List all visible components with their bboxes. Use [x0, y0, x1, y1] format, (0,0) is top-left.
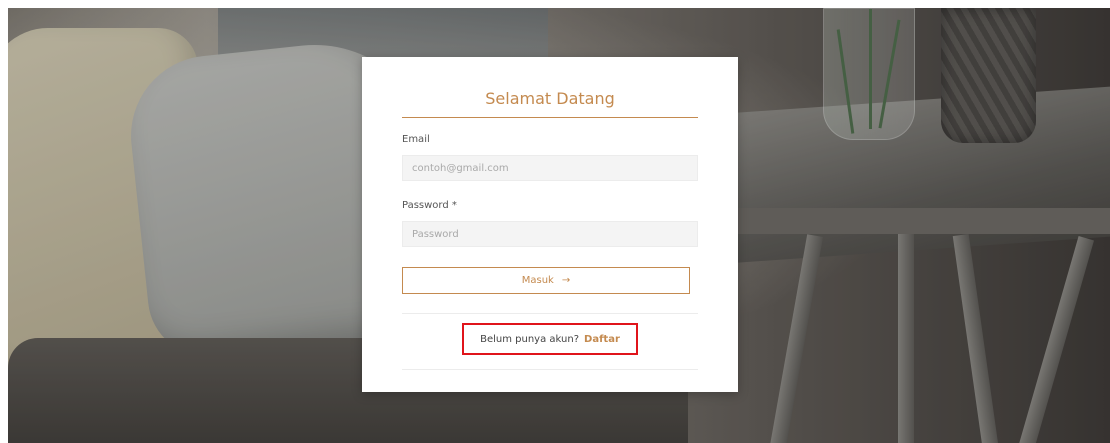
page-viewport: Selamat Datang Email Password * Masuk → …	[8, 8, 1110, 443]
register-link[interactable]: Daftar	[584, 334, 620, 345]
arrow-right-icon: →	[561, 275, 571, 286]
login-button[interactable]: Masuk →	[402, 267, 690, 294]
login-button-label: Masuk	[521, 275, 554, 286]
login-title: Selamat Datang	[485, 89, 615, 108]
login-card: Selamat Datang Email Password * Masuk → …	[362, 57, 738, 392]
email-input[interactable]	[402, 155, 698, 181]
divider	[402, 313, 698, 314]
password-label: Password *	[402, 200, 457, 211]
divider	[402, 369, 698, 370]
email-label: Email	[402, 134, 430, 145]
password-input[interactable]	[402, 221, 698, 247]
register-prompt: Belum punya akun?	[480, 333, 580, 345]
register-highlight-box: Belum punya akun? Daftar	[462, 323, 638, 355]
title-divider	[402, 117, 698, 118]
